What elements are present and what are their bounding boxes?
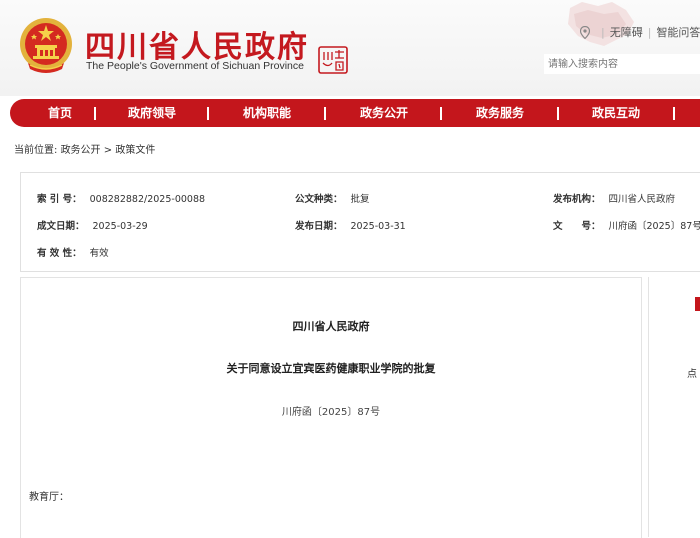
breadcrumb-item-public-affairs[interactable]: 政务公开 (61, 145, 101, 156)
top-links: | 无障碍 | 智能问答 (580, 24, 700, 40)
site-header: 四川省人民政府 The People's Government of Sichu… (0, 0, 700, 96)
breadcrumb: 当前位置: 政务公开 > 政策文件 (14, 141, 155, 156)
site-title-english: The People's Government of Sichuan Provi… (86, 60, 304, 72)
meta-label: 索 引 号： (37, 194, 82, 205)
meta-label: 成文日期： (37, 221, 85, 232)
meta-published-date: 发布日期： 2025-03-31 (295, 218, 406, 232)
meta-label: 文 号： (553, 221, 601, 232)
meta-index-number: 索 引 号： 008282882/2025-00088 (37, 191, 205, 205)
meta-value: 批复 (350, 194, 370, 205)
document-salutation: 教育厅： (29, 492, 69, 503)
side-accent-marker (695, 297, 700, 311)
nav-item-functions[interactable]: 机构职能 (243, 99, 291, 127)
nav-item-interaction[interactable]: 政民互动 (592, 99, 640, 127)
side-panel-text: 点 (687, 369, 697, 380)
accessibility-link[interactable]: 无障碍 (610, 26, 643, 39)
meta-label: 有 效 性： (37, 248, 82, 259)
meta-value: 2025-03-29 (92, 221, 148, 232)
search-input[interactable] (544, 54, 700, 74)
document-title: 关于同意设立宜宾医药健康职业学院的批复 (226, 362, 436, 375)
meta-label: 发布机构： (553, 194, 601, 205)
nav-divider (673, 107, 675, 120)
meta-value: 008282882/2025-00088 (89, 194, 206, 205)
nav-divider (207, 107, 209, 120)
seal-logo-icon (318, 46, 348, 74)
meta-document-category: 公文种类： 批复 (295, 191, 370, 205)
main-nav: 首页 政府领导 机构职能 政务公开 政务服务 政民互动 (10, 99, 700, 127)
location-pin-icon (580, 26, 590, 39)
document-metadata-panel: 索 引 号： 008282882/2025-00088 公文种类： 批复 发布机构：… (20, 172, 700, 272)
nav-item-public-affairs[interactable]: 政务公开 (360, 99, 408, 127)
nav-item-home[interactable]: 首页 (48, 99, 72, 127)
nav-item-leaders[interactable]: 政府领导 (128, 99, 176, 127)
meta-value: 四川省人民政府 (608, 194, 676, 205)
smart-qa-link[interactable]: 智能问答 (656, 26, 700, 39)
document-number: 川府函〔2025〕87号 (281, 407, 381, 418)
national-emblem-icon (20, 18, 72, 73)
nav-divider (557, 107, 559, 120)
meta-document-number: 文 号： 川府函〔2025〕87号 (553, 218, 700, 232)
document-body: 四川省人民政府 关于同意设立宜宾医药健康职业学院的批复 川府函〔2025〕87号… (20, 277, 642, 538)
breadcrumb-label: 当前位置: (14, 145, 58, 156)
nav-divider (94, 107, 96, 120)
nav-divider (324, 107, 326, 120)
nav-divider (440, 107, 442, 120)
meta-label: 发布日期： (295, 221, 343, 232)
meta-issuing-agency: 发布机构： 四川省人民政府 (553, 191, 675, 205)
meta-value: 2025-03-31 (350, 221, 406, 232)
side-panel: 点 (648, 277, 700, 537)
meta-value: 有效 (89, 248, 109, 259)
meta-validity: 有 效 性： 有效 (37, 245, 109, 259)
nav-item-services[interactable]: 政务服务 (476, 99, 524, 127)
meta-label: 公文种类： (295, 194, 343, 205)
breadcrumb-separator: > (103, 145, 113, 156)
meta-written-date: 成文日期： 2025-03-29 (37, 218, 148, 232)
meta-value: 川府函〔2025〕87号 (608, 221, 700, 232)
breadcrumb-item-policy-files[interactable]: 政策文件 (115, 145, 155, 156)
document-issuer: 四川省人民政府 (292, 320, 370, 333)
